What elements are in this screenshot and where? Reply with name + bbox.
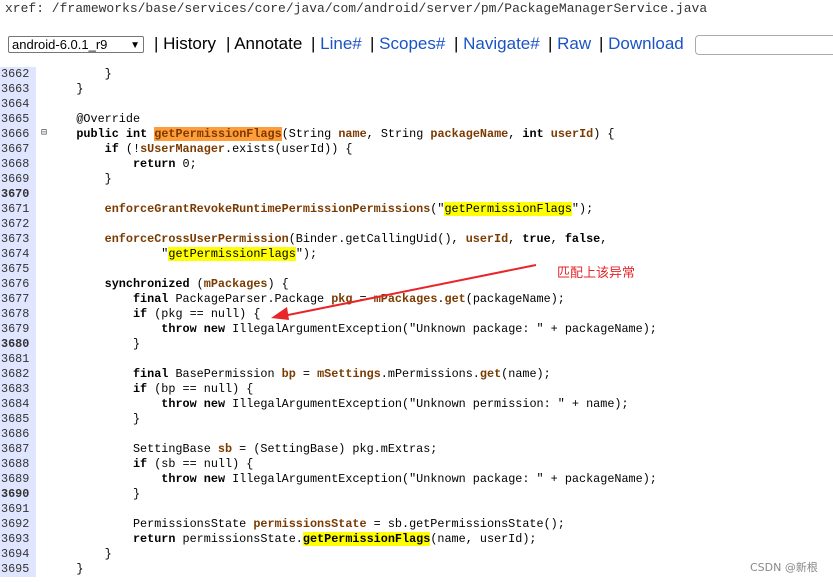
code-line: 3687 SettingBase sb = (SettingBase) pkg.… <box>0 442 438 457</box>
line-number[interactable]: 3664 <box>0 97 36 112</box>
code-line: 3663 } <box>0 82 84 97</box>
line-number[interactable]: 3672 <box>0 217 36 232</box>
annotation-label: 匹配上该异常 <box>557 266 636 281</box>
line-number[interactable]: 3682 <box>0 367 36 382</box>
line-link[interactable]: Line# <box>320 34 362 53</box>
code-line: 3670 <box>0 187 833 202</box>
annotate-link[interactable]: Annotate <box>234 34 302 53</box>
line-number[interactable]: 3695 <box>0 562 36 577</box>
code-line: 3694 } <box>0 547 112 562</box>
line-number[interactable]: 3668 <box>0 157 36 172</box>
line-number[interactable]: 3687 <box>0 442 36 457</box>
code-line: 3674 "getPermissionFlags"); <box>0 247 318 262</box>
search-input[interactable] <box>695 35 833 55</box>
chevron-down-icon: ▼ <box>130 40 140 51</box>
line-number[interactable]: 3670 <box>0 187 36 202</box>
line-number[interactable]: 3666 <box>0 127 36 142</box>
line-number[interactable]: 3689 <box>0 472 36 487</box>
nav-history[interactable]: | History <box>154 33 216 55</box>
code-line: 3695 } <box>0 562 84 577</box>
line-number[interactable]: 3678 <box>0 307 36 322</box>
code-line: 3685 } <box>0 412 141 427</box>
code-line: 3664 <box>0 97 833 112</box>
line-number[interactable]: 3692 <box>0 517 36 532</box>
code-line: 3673 enforceCrossUserPermission(Binder.g… <box>0 232 608 247</box>
code-line: 3691 <box>0 502 833 517</box>
nav-scopes[interactable]: | Scopes# <box>370 33 445 55</box>
line-number[interactable]: 3691 <box>0 502 36 517</box>
line-number[interactable]: 3671 <box>0 202 36 217</box>
code-line: 3681 <box>0 352 833 367</box>
line-number[interactable]: 3662 <box>0 67 36 82</box>
toolbar: android-6.0.1_r9 ▼ | History | Annotate … <box>0 30 833 58</box>
code-line: 3680 } <box>0 337 141 352</box>
line-number[interactable]: 3679 <box>0 322 36 337</box>
code-line: 3692 PermissionsState permissionsState =… <box>0 517 565 532</box>
code-line: 3693 return permissionsState.getPermissi… <box>0 532 537 547</box>
code-line: 3688 if (sb == null) { <box>0 457 254 472</box>
version-select[interactable]: android-6.0.1_r9 ▼ <box>8 36 144 53</box>
line-number[interactable]: 3688 <box>0 457 36 472</box>
download-link[interactable]: Download <box>608 34 684 53</box>
line-number[interactable]: 3690 <box>0 487 36 502</box>
navigate-link[interactable]: Navigate# <box>463 34 540 53</box>
code-line: 3682 final BasePermission bp = mSettings… <box>0 367 551 382</box>
line-number[interactable]: 3674 <box>0 247 36 262</box>
code-line: 3683 if (bp == null) { <box>0 382 254 397</box>
line-number[interactable]: 3663 <box>0 82 36 97</box>
code-line: 3689 throw new IllegalArgumentException(… <box>0 472 657 487</box>
code-line: 3686 <box>0 427 833 442</box>
watermark: CSDN @新根 <box>750 561 818 574</box>
nav-navigate[interactable]: | Navigate# <box>454 33 540 55</box>
line-number[interactable]: 3667 <box>0 142 36 157</box>
line-number[interactable]: 3683 <box>0 382 36 397</box>
nav-annotate[interactable]: | Annotate <box>226 33 302 55</box>
code-line: 3668 return 0; <box>0 157 197 172</box>
version-select-value: android-6.0.1_r9 <box>12 37 108 52</box>
line-number[interactable]: 3684 <box>0 397 36 412</box>
line-number[interactable]: 3680 <box>0 337 36 352</box>
raw-link[interactable]: Raw <box>557 34 591 53</box>
scopes-link[interactable]: Scopes# <box>379 34 445 53</box>
line-number[interactable]: 3686 <box>0 427 36 442</box>
line-number[interactable]: 3675 <box>0 262 36 277</box>
code-line: 3666 ⊟ public int getPermissionFlags(Stri… <box>0 127 615 142</box>
code-line: 3662 } <box>0 67 112 82</box>
code-line: 3690 } <box>0 487 141 502</box>
line-number[interactable]: 3693 <box>0 532 36 547</box>
line-number[interactable]: 3669 <box>0 172 36 187</box>
code-line: 3667 if (!sUserManager.exists(userId)) { <box>0 142 353 157</box>
code-line: 3678 if (pkg == null) { <box>0 307 261 322</box>
code-line: 3676 synchronized (mPackages) { <box>0 277 289 292</box>
history-link[interactable]: History <box>163 34 216 53</box>
line-number[interactable]: 3694 <box>0 547 36 562</box>
line-number[interactable]: 3681 <box>0 352 36 367</box>
xref-path: xref: /frameworks/base/services/core/jav… <box>5 1 708 16</box>
code-line: 3669 } <box>0 172 112 187</box>
line-number[interactable]: 3676 <box>0 277 36 292</box>
method-highlight[interactable]: getPermissionFlags <box>154 127 282 141</box>
code-line: 3677 final PackageParser.Package pkg = m… <box>0 292 565 307</box>
code-line: 3672 <box>0 217 833 232</box>
line-number[interactable]: 3677 <box>0 292 36 307</box>
code-line: 3684 throw new IllegalArgumentException(… <box>0 397 629 412</box>
nav-line[interactable]: | Line# <box>311 33 362 55</box>
nav-download[interactable]: | Download <box>599 33 684 55</box>
code-line: 3665 @Override <box>0 112 141 127</box>
code-line: 3671 enforceGrantRevokeRuntimePermission… <box>0 202 594 217</box>
line-number[interactable]: 3685 <box>0 412 36 427</box>
code-line: 3675 <box>0 262 833 277</box>
code-view: 3662 } 3663 } 3664 3665 @Override 3666 ⊟ … <box>0 61 833 582</box>
code-line: 3679 throw new IllegalArgumentException(… <box>0 322 657 337</box>
nav-raw[interactable]: | Raw <box>548 33 591 55</box>
line-number[interactable]: 3665 <box>0 112 36 127</box>
line-number[interactable]: 3673 <box>0 232 36 247</box>
